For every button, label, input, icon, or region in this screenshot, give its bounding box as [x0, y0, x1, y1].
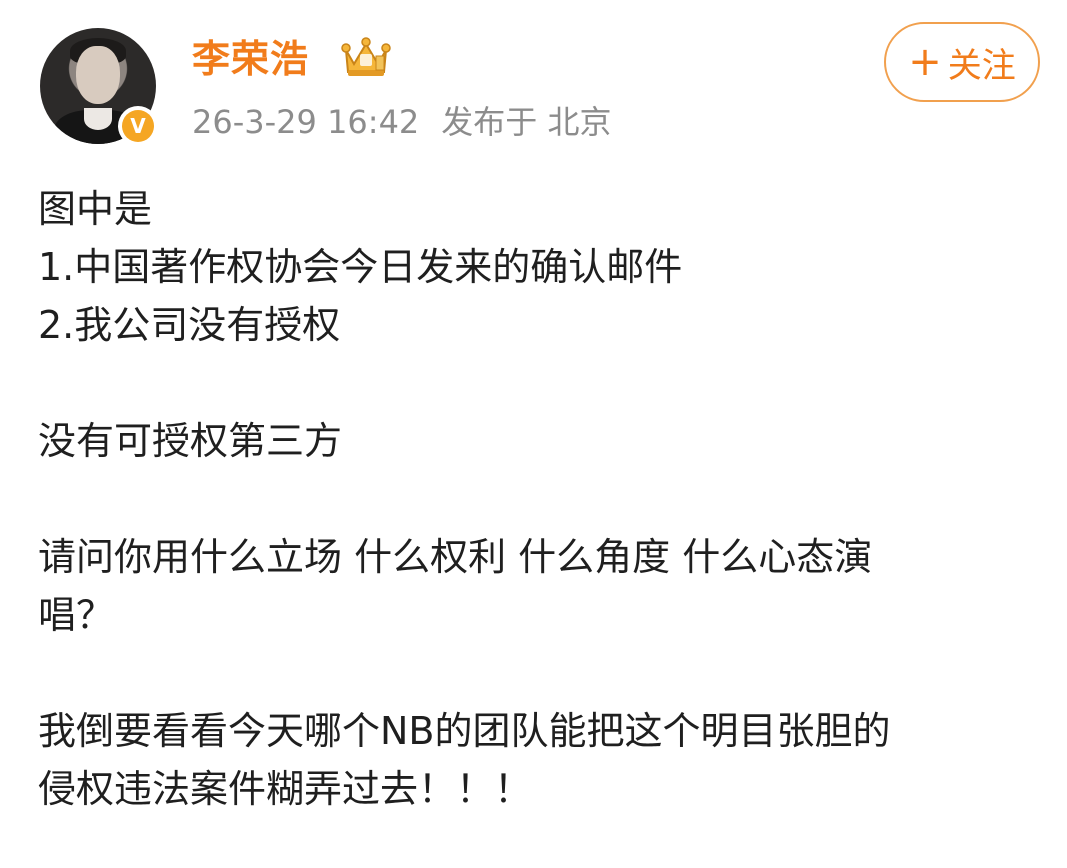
post-line: 2.我公司没有授权: [38, 303, 341, 347]
post-line: 唱？: [38, 593, 115, 637]
post-line: 请问你用什么立场 什么权利 什么角度 什么心态演: [38, 535, 873, 579]
crown-icon: [341, 37, 391, 76]
post-timestamp: 26-3-29 16:42: [192, 103, 420, 141]
post-line: 没有可授权第三方: [38, 419, 343, 463]
post-line: 图中是: [38, 187, 153, 231]
post-location: 发布于 北京: [441, 103, 612, 141]
post-line: 我倒要看看今天哪个NB的团队能把这个明目张胆的: [38, 709, 891, 753]
post-content: 图中是 1.中国著作权协会今日发来的确认邮件 2.我公司没有授权 没有可授权第三…: [38, 180, 1038, 818]
author-name[interactable]: 李荣浩: [192, 34, 309, 84]
follow-button[interactable]: + 关注: [884, 22, 1040, 102]
avatar-collar: [84, 108, 112, 130]
verified-badge-icon: V: [118, 106, 158, 146]
post-line: 1.中国著作权协会今日发来的确认邮件: [38, 245, 683, 289]
plus-icon: +: [908, 39, 942, 85]
avatar-face: [76, 46, 120, 104]
post-meta: 26-3-29 16:42 发布于 北京: [192, 100, 633, 144]
weibo-post: V 李荣浩 26-3-29 16:42 发布于 北京 + 关注 图中是 1.中国著…: [0, 0, 1067, 868]
follow-button-label: 关注: [947, 45, 1016, 86]
post-line: 侵权违法案件糊弄过去！！！: [38, 767, 533, 811]
